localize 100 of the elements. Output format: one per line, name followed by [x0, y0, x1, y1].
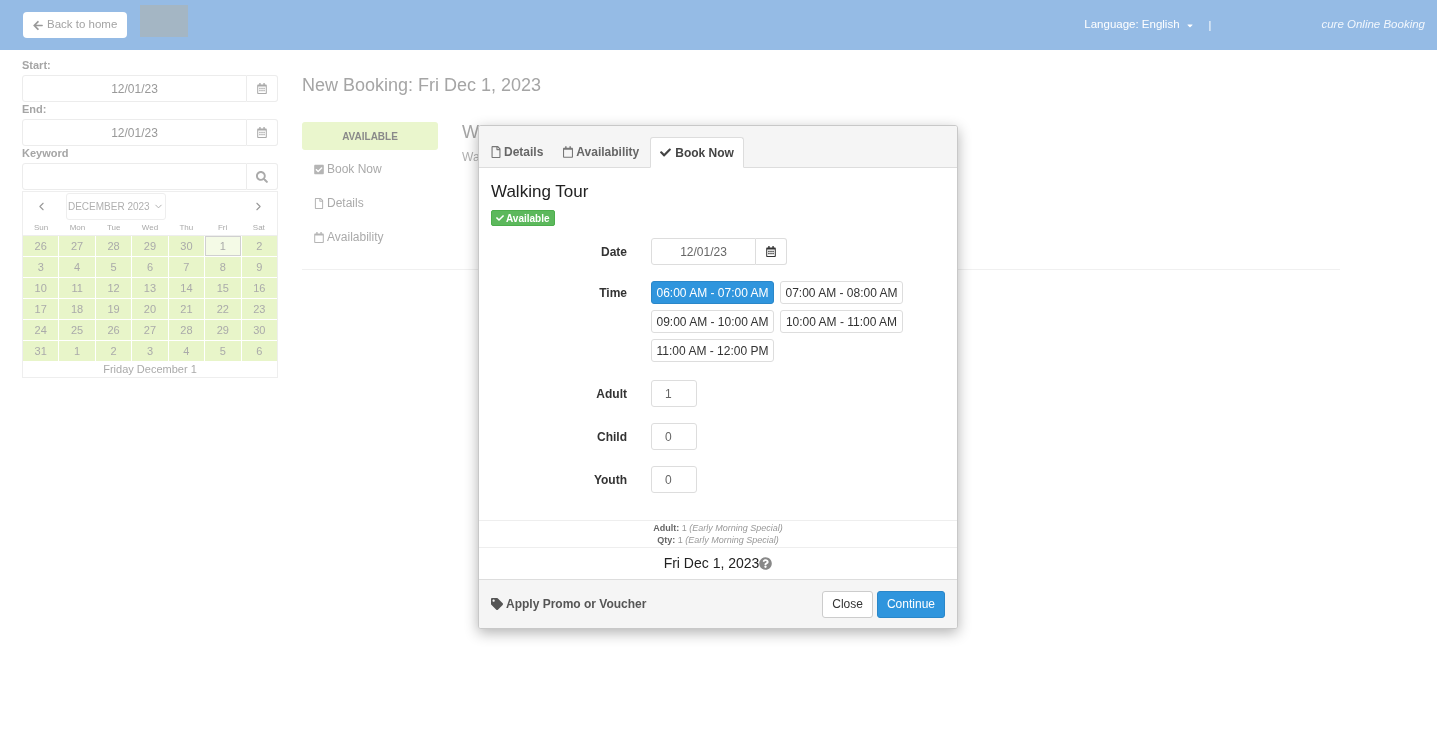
- field-label: Keyword: [22, 146, 69, 160]
- calendar-day[interactable]: 11: [59, 278, 95, 298]
- weekday-label: Wed: [140, 221, 160, 234]
- date-field[interactable]: 12/01/23: [22, 119, 247, 146]
- month-select[interactable]: DECEMBER 2023: [66, 192, 166, 220]
- calendar-icon: [766, 246, 776, 257]
- close-button[interactable]: Close: [822, 590, 873, 618]
- calendar-day[interactable]: 31: [23, 341, 59, 361]
- nav-link[interactable]: Book Now: [314, 160, 382, 178]
- calendar-day[interactable]: 13: [132, 278, 168, 298]
- calendar-day[interactable]: 28: [168, 320, 205, 340]
- modal-tab[interactable]: Details: [482, 137, 553, 167]
- calendar-day[interactable]: 12: [95, 278, 132, 298]
- photo-placeholder: [140, 5, 189, 37]
- calendar-day[interactable]: 28: [95, 236, 132, 256]
- calendar-day[interactable]: 25: [59, 320, 95, 340]
- time-slot-button[interactable]: 09:00 AM - 10:00 AM: [651, 310, 774, 333]
- calendar-day[interactable]: 9: [241, 257, 277, 277]
- product-heading: W: [462, 123, 480, 141]
- calendar-day[interactable]: 4: [59, 257, 95, 277]
- booking-summary-line: Adult: 1 (Early Morning Special): [653, 522, 783, 534]
- selected-date-caption: Friday December 1: [103, 361, 197, 377]
- form-label: Child: [597, 428, 627, 446]
- file-icon: [314, 197, 324, 209]
- language-dropdown[interactable]: Language: English: [1084, 16, 1194, 34]
- field-label: Start:: [22, 58, 51, 72]
- calendar-day[interactable]: 26: [23, 236, 59, 256]
- nav-link[interactable]: Availability: [314, 228, 384, 246]
- calendar-day[interactable]: 18: [59, 299, 95, 319]
- apply-promo-link[interactable]: Apply Promo or Voucher: [491, 595, 647, 613]
- calendar-day[interactable]: 8: [205, 257, 241, 277]
- calendar-day[interactable]: 16: [241, 278, 277, 298]
- quantity-field[interactable]: 1: [651, 380, 697, 407]
- quantity-field[interactable]: 0: [651, 423, 697, 450]
- calendar-day[interactable]: 23: [241, 299, 277, 319]
- weekday-label: Tue: [105, 221, 122, 234]
- calendar-day[interactable]: 19: [95, 299, 132, 319]
- calendar-icon: [563, 146, 574, 158]
- available-badge: Available: [491, 210, 555, 226]
- calendar-day[interactable]: 29: [205, 320, 241, 340]
- calendar-day[interactable]: 21: [168, 299, 205, 319]
- calendar-icon: [257, 127, 267, 138]
- nav-link[interactable]: Details: [314, 194, 364, 212]
- date-field[interactable]: 12/01/23: [651, 238, 756, 265]
- form-label: Youth: [593, 471, 627, 489]
- calendar-day[interactable]: 30: [241, 320, 277, 340]
- calendar-day[interactable]: 10: [23, 278, 59, 298]
- calendar-day[interactable]: 6: [132, 257, 168, 277]
- calendar-day[interactable]: 1: [59, 341, 95, 361]
- calendar-day[interactable]: 27: [132, 320, 168, 340]
- quantity-field[interactable]: 0: [651, 466, 697, 493]
- calendar-day[interactable]: 6: [241, 341, 277, 361]
- calendar-button[interactable]: [756, 238, 787, 265]
- field-label: End:: [22, 102, 47, 116]
- calendar-day[interactable]: 7: [168, 257, 205, 277]
- modal-tab[interactable]: Availability: [554, 137, 649, 167]
- calendar-day[interactable]: 30: [168, 236, 205, 256]
- search-button[interactable]: [247, 163, 278, 190]
- time-slot-button[interactable]: 07:00 AM - 08:00 AM: [780, 281, 903, 304]
- date-field[interactable]: 12/01/23: [22, 75, 247, 102]
- time-slot-button[interactable]: 11:00 AM - 12:00 PM: [651, 339, 774, 362]
- calendar-day[interactable]: 17: [23, 299, 59, 319]
- help-icon[interactable]: [759, 557, 773, 570]
- calendar-day[interactable]: 27: [59, 236, 95, 256]
- calendar-icon: [257, 83, 267, 94]
- tour-title: Walking Tour: [491, 181, 589, 203]
- search-icon: [256, 170, 268, 183]
- calendar-day[interactable]: 2: [95, 341, 132, 361]
- calendar-day[interactable]: 29: [132, 236, 168, 256]
- calendar-day[interactable]: 2: [241, 236, 277, 256]
- time-slot-button[interactable]: 10:00 AM - 11:00 AM: [780, 310, 903, 333]
- file-icon: [491, 146, 501, 158]
- continue-button[interactable]: Continue: [876, 590, 945, 618]
- back-to-home-button[interactable]: Back to home: [23, 12, 128, 38]
- form-label: Time: [599, 284, 627, 302]
- calendar-day[interactable]: 15: [205, 278, 241, 298]
- calendar-day[interactable]: 3: [23, 257, 59, 277]
- page-title: New Booking: Fri Dec 1, 2023: [302, 74, 542, 96]
- weekday-label: Thu: [178, 221, 195, 234]
- weekday-label: Mon: [68, 221, 87, 234]
- calendar-day[interactable]: 3: [132, 341, 168, 361]
- calendar-day[interactable]: 26: [95, 320, 132, 340]
- tag-icon: [491, 598, 503, 610]
- calendar-day[interactable]: 5: [205, 341, 241, 361]
- calendar-day[interactable]: 20: [132, 299, 168, 319]
- header-separator: |: [1208, 17, 1212, 33]
- selected-date-text: Fri Dec 1, 2023: [663, 554, 760, 573]
- calendar-day[interactable]: 1: [205, 236, 241, 256]
- brand-tagline: cure Online Booking: [1321, 17, 1425, 33]
- calendar-day[interactable]: 5: [95, 257, 132, 277]
- calendar-day[interactable]: 24: [23, 320, 59, 340]
- availability-status: AVAILABLE: [302, 122, 438, 150]
- form-label: Adult: [596, 385, 627, 403]
- time-slot-button[interactable]: 06:00 AM - 07:00 AM: [651, 281, 774, 304]
- calendar-day[interactable]: 4: [168, 341, 205, 361]
- calendar-day[interactable]: 22: [205, 299, 241, 319]
- weekday-label: Sun: [33, 221, 50, 234]
- modal-tab[interactable]: Book Now: [650, 137, 744, 168]
- arrow-left-icon: [33, 19, 43, 31]
- calendar-day[interactable]: 14: [168, 278, 205, 298]
